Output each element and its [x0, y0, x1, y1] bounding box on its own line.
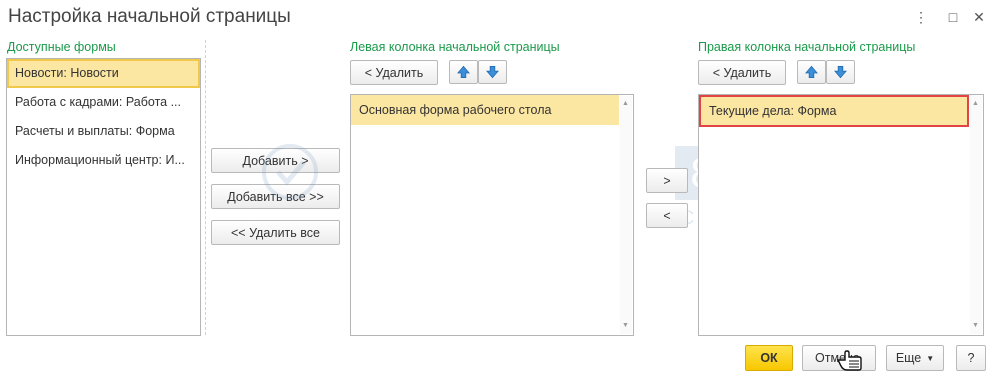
- more-button-label: Еще: [895, 351, 922, 365]
- list-item[interactable]: Информационный центр: И...: [7, 146, 200, 175]
- left-column-label: Левая колонка начальной страницы: [350, 40, 560, 54]
- scrollbar[interactable]: ▲ ▼: [620, 96, 632, 334]
- window-title: Настройка начальной страницы: [8, 6, 291, 27]
- scroll-up-icon[interactable]: ▲: [972, 100, 979, 108]
- add-all-button[interactable]: Добавить все >>: [211, 184, 340, 209]
- list-item[interactable]: Новости: Новости: [7, 59, 200, 88]
- left-column-list[interactable]: Основная форма рабочего стола ▲ ▼: [350, 94, 634, 336]
- ok-button[interactable]: ОК: [745, 345, 793, 371]
- right-move-down-button[interactable]: [826, 60, 855, 84]
- list-item[interactable]: Текущие дела: Форма: [699, 95, 969, 127]
- right-column-label: Правая колонка начальной страницы: [698, 40, 916, 54]
- scroll-down-icon[interactable]: ▼: [622, 322, 629, 330]
- arrow-down-icon: [834, 66, 847, 79]
- arrow-up-icon: [457, 65, 470, 78]
- scrollbar[interactable]: ▲ ▼: [970, 96, 982, 334]
- more-actions-icon[interactable]: ⋮: [910, 6, 932, 28]
- list-item[interactable]: Расчеты и выплаты: Форма: [7, 117, 200, 146]
- remove-all-button[interactable]: << Удалить все: [211, 220, 340, 245]
- right-column-list[interactable]: Текущие дела: Форма ▲ ▼: [698, 94, 984, 336]
- close-icon[interactable]: ✕: [968, 6, 990, 28]
- available-forms-label: Доступные формы: [7, 40, 116, 54]
- hand-cursor-icon: [836, 350, 862, 371]
- left-move-down-button[interactable]: [478, 60, 507, 84]
- more-button[interactable]: Еще ▼: [886, 345, 944, 371]
- maximize-icon[interactable]: □: [942, 6, 964, 28]
- move-right-button[interactable]: >: [646, 168, 688, 193]
- dropdown-icon: ▼: [926, 353, 935, 363]
- left-move-up-button[interactable]: [449, 60, 478, 84]
- move-left-button[interactable]: <: [646, 203, 688, 228]
- help-button[interactable]: ?: [956, 345, 986, 371]
- separator: [205, 40, 206, 335]
- list-item[interactable]: Основная форма рабочего стола: [351, 95, 619, 125]
- right-delete-button[interactable]: < Удалить: [698, 60, 786, 85]
- scroll-up-icon[interactable]: ▲: [622, 100, 629, 108]
- available-forms-list[interactable]: Новости: Новости Работа с кадрами: Работ…: [6, 58, 201, 336]
- arrow-up-icon: [805, 65, 818, 78]
- left-delete-button[interactable]: < Удалить: [350, 60, 438, 85]
- right-move-up-button[interactable]: [797, 60, 826, 84]
- arrow-down-icon: [486, 66, 499, 79]
- list-item[interactable]: Работа с кадрами: Работа ...: [7, 88, 200, 117]
- scroll-down-icon[interactable]: ▼: [972, 322, 979, 330]
- add-button[interactable]: Добавить >: [211, 148, 340, 173]
